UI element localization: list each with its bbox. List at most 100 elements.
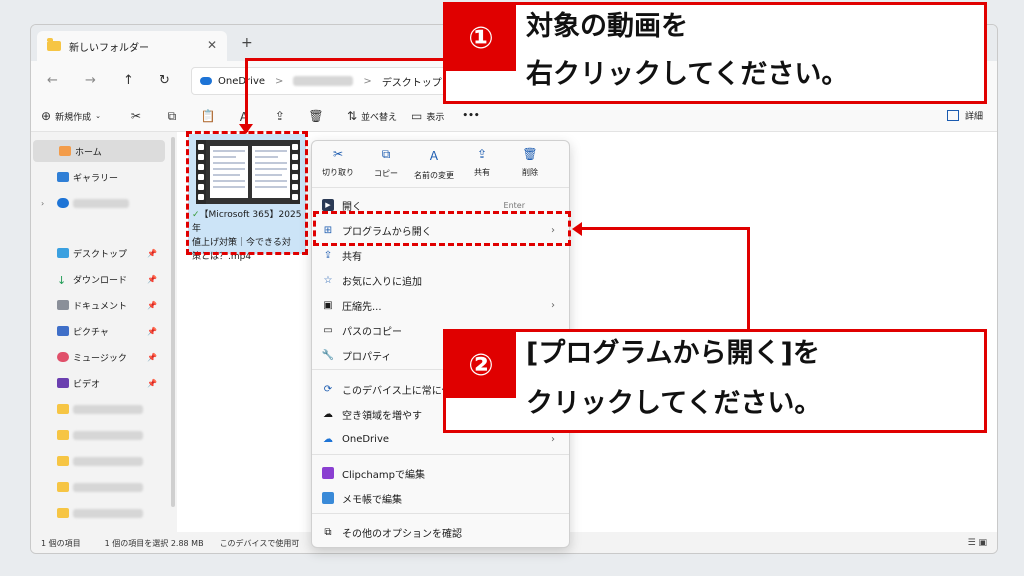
breadcrumb-desktop[interactable]: デスクトップ [382, 74, 442, 89]
connector-line [747, 227, 750, 331]
clipchamp-icon [322, 467, 334, 479]
breadcrumb-onedrive[interactable]: OneDrive [218, 76, 265, 87]
rename-icon: Ａ [427, 149, 440, 163]
copy-icon: ⧉ [381, 147, 391, 161]
cut-button[interactable]: ✂ 切り取り [314, 147, 362, 178]
onedrive-icon [57, 198, 69, 208]
share-icon[interactable]: ⇪ [267, 109, 293, 123]
shortcut-label: Enter [503, 200, 525, 210]
refresh-button[interactable]: ↻ [159, 73, 170, 88]
rename-label: 名前の変更 [414, 171, 454, 180]
rename-button[interactable]: Ａ 名前の変更 [410, 147, 458, 181]
music-icon [57, 352, 69, 362]
notepad-icon [322, 492, 334, 504]
sidebar-item-desktop[interactable]: デスクトップ 📌 [31, 242, 163, 264]
sidebar-item-folder[interactable] [31, 424, 163, 446]
folder-icon [57, 482, 69, 492]
home-icon [59, 146, 71, 156]
pin-icon[interactable]: 📌 [147, 301, 157, 310]
menu-label: メモ帳で編集 [342, 494, 402, 506]
menu-label: 空き領域を増やす [342, 410, 422, 422]
cut-icon[interactable]: ✂ [123, 109, 149, 123]
sidebar-item-folder[interactable] [31, 502, 163, 524]
chevron-down-icon: ⌄ [95, 112, 101, 120]
rename-icon[interactable]: Ａ [231, 108, 257, 125]
view-button[interactable]: ▭ 表示 [411, 109, 444, 123]
up-button[interactable]: ↑ [123, 73, 134, 88]
list-view-icon[interactable]: ☰ ▣ [968, 538, 987, 548]
chevron-right-icon: › [551, 433, 555, 445]
new-label: 新規作成 [55, 112, 92, 123]
menu-label: プロパティ [342, 351, 392, 363]
details-button[interactable]: 詳細 [946, 109, 983, 122]
selection-info: 1 個の項目を選択 2.88 MB [104, 538, 204, 548]
forward-button[interactable]: → [85, 73, 96, 88]
pin-icon[interactable]: 📌 [147, 353, 157, 362]
sidebar-item-folder[interactable] [31, 450, 163, 472]
menu-notepad[interactable]: メモ帳で編集 [312, 486, 569, 510]
blurred-label [73, 482, 143, 492]
close-tab-icon[interactable]: ✕ [207, 38, 217, 52]
videos-icon [57, 378, 69, 388]
menu-share[interactable]: ⇪ 共有 [312, 243, 569, 267]
pin-icon[interactable]: 📌 [147, 275, 157, 284]
share-button[interactable]: ⇪ 共有 [458, 147, 506, 178]
navigation-pane: ホーム ギャラリー › デスクトップ 📌 ↓ ダウンロード 📌 ドキュメント 📌 [31, 132, 171, 532]
sidebar-item-onedrive[interactable]: › [31, 192, 163, 214]
sidebar-item-music[interactable]: ミュージック 📌 [31, 346, 163, 368]
pin-icon[interactable]: 📌 [147, 379, 157, 388]
copy-icon[interactable]: ⧉ [159, 109, 185, 124]
more-button[interactable]: ••• [462, 111, 479, 121]
delete-icon[interactable]: 🗑 [303, 109, 329, 123]
callout-step-1: ① 対象の動画を 右クリックしてください。 [443, 2, 987, 104]
sidebar-item-documents[interactable]: ドキュメント 📌 [31, 294, 163, 316]
breadcrumb-blurred[interactable] [293, 76, 354, 86]
menu-clipchamp[interactable]: Clipchampで編集 [312, 461, 569, 485]
folder-icon [47, 38, 61, 51]
trash-icon: 🗑 [522, 147, 538, 161]
pin-icon[interactable]: 📌 [147, 327, 157, 336]
onedrive-icon [200, 77, 212, 85]
sidebar-label: ドキュメント [73, 301, 128, 312]
desktop-icon [57, 248, 69, 258]
sidebar-item-videos[interactable]: ビデオ 📌 [31, 372, 163, 394]
sidebar-label: デスクトップ [73, 249, 128, 260]
sidebar-label: ピクチャ [73, 327, 109, 338]
delete-button[interactable]: 🗑 削除 [506, 147, 554, 178]
menu-add-favorite[interactable]: ☆ お気に入りに追加 [312, 268, 569, 292]
sidebar-item-pictures[interactable]: ピクチャ 📌 [31, 320, 163, 342]
callout-text-line: クリックしてください。 [526, 388, 822, 419]
plus-circle-icon: ⊕ [41, 109, 52, 123]
sidebar-label: ダウンロード [73, 275, 128, 286]
back-button[interactable]: ← [47, 73, 58, 88]
tab-new-folder[interactable]: 新しいフォルダー ✕ [37, 31, 227, 61]
sort-icon: ⇅ [346, 109, 358, 123]
folder-icon [57, 430, 69, 440]
media-player-icon: ▶ [322, 199, 334, 211]
new-button[interactable]: ⊕ 新規作成 ⌄ [41, 109, 101, 123]
arrow-head-icon [572, 222, 582, 236]
sort-button[interactable]: ⇅ 並べ替え [347, 109, 397, 123]
pin-icon[interactable]: 📌 [147, 249, 157, 258]
share-icon: ⇪ [476, 147, 488, 161]
folder-icon [57, 404, 69, 414]
sidebar-item-home[interactable]: ホーム [33, 140, 165, 162]
chevron-right-icon: › [551, 299, 555, 311]
sidebar-item-folder[interactable] [31, 398, 163, 420]
menu-more-options[interactable]: ⧉ その他のオプションを確認 [312, 520, 569, 544]
folder-icon [57, 508, 69, 518]
sidebar-item-downloads[interactable]: ↓ ダウンロード 📌 [31, 268, 163, 290]
quick-actions: ✂ 切り取り ⧉ コピー Ａ 名前の変更 ⇪ 共有 🗑 削除 [312, 141, 569, 188]
share-label: 共有 [474, 168, 490, 177]
menu-compress[interactable]: ▣ 圧縮先... › [312, 293, 569, 317]
sidebar-label: ギャラリー [73, 173, 119, 184]
sync-icon: ⟳ [323, 383, 333, 395]
paste-icon[interactable]: 📋 [195, 109, 221, 123]
sidebar-scrollbar[interactable] [171, 137, 175, 507]
new-tab-button[interactable]: + [241, 35, 253, 51]
copy-button[interactable]: ⧉ コピー [362, 147, 410, 179]
sidebar-item-folder[interactable] [31, 476, 163, 498]
connector-line [245, 58, 445, 61]
sidebar-item-gallery[interactable]: ギャラリー [31, 166, 163, 188]
copy-label: コピー [374, 169, 398, 178]
